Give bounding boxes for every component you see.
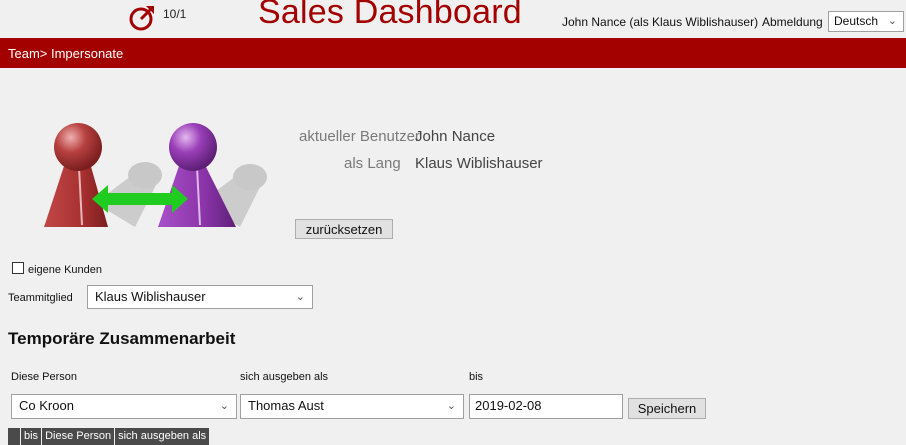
breadcrumb: Team> Impersonate <box>8 46 124 61</box>
table-header-cell[interactable] <box>8 428 21 445</box>
chevron-down-icon: ⌄ <box>446 400 456 412</box>
navbar: Team> Impersonate <box>0 38 906 68</box>
impersonate-as-value: Klaus Wiblishauser <box>415 155 543 172</box>
current-user-value: John Nance <box>415 128 496 145</box>
col-as-label: sich ausgeben als <box>240 371 329 383</box>
person-select[interactable]: Co Kroon ⌄ <box>11 394 237 419</box>
impersonate-as-label: als Lang <box>344 155 401 172</box>
app-title: Sales Dashboard <box>258 0 522 31</box>
team-member-select[interactable]: Klaus Wiblishauser ⌄ <box>87 285 313 309</box>
table-header-cell[interactable]: sich ausgeben als <box>115 428 211 445</box>
team-member-value: Klaus Wiblishauser <box>95 289 206 304</box>
chevron-down-icon: ⌄ <box>295 291 305 303</box>
language-value: Deutsch <box>834 14 879 28</box>
person-value: Co Kroon <box>19 398 74 413</box>
version-label: 10/1 <box>163 7 187 21</box>
current-user-label: aktueller Benutzer <box>299 128 420 145</box>
col-person-label: Diese Person <box>11 371 78 383</box>
table-header-cell[interactable]: bis <box>21 428 43 445</box>
until-date-value: 2019-02-08 <box>475 398 542 413</box>
language-select[interactable]: Deutsch ⌄ <box>828 11 904 32</box>
table-header-cell[interactable]: Diese Person <box>42 428 116 445</box>
table-header: bis Diese Person sich ausgeben als <box>8 428 211 445</box>
col-until-label: bis <box>469 371 484 383</box>
top-bar: 10/1 Sales Dashboard John Nance (als Kla… <box>0 0 906 38</box>
save-button[interactable]: Speichern <box>628 398 706 419</box>
gauge-arrow-icon[interactable] <box>128 2 158 32</box>
team-member-label: Teammitglied <box>8 292 73 304</box>
impersonate-as-select-value: Thomas Aust <box>248 398 324 413</box>
impersonate-avatars-icon <box>44 123 267 227</box>
own-customers-label: eigene Kunden <box>28 264 103 276</box>
chevron-down-icon: ⌄ <box>219 400 229 412</box>
impersonate-as-select[interactable]: Thomas Aust ⌄ <box>240 394 464 419</box>
until-date-input[interactable]: 2019-02-08 <box>469 394 623 419</box>
section-title-temporary: Temporäre Zusammenarbeit <box>8 329 236 348</box>
own-customers-checkbox[interactable] <box>12 262 24 274</box>
logout-link[interactable]: Abmeldung <box>762 15 823 29</box>
chevron-down-icon: ⌄ <box>887 15 897 27</box>
reset-button[interactable]: zurücksetzen <box>295 219 393 239</box>
current-user: John Nance (als Klaus Wiblishauser) <box>562 15 759 29</box>
